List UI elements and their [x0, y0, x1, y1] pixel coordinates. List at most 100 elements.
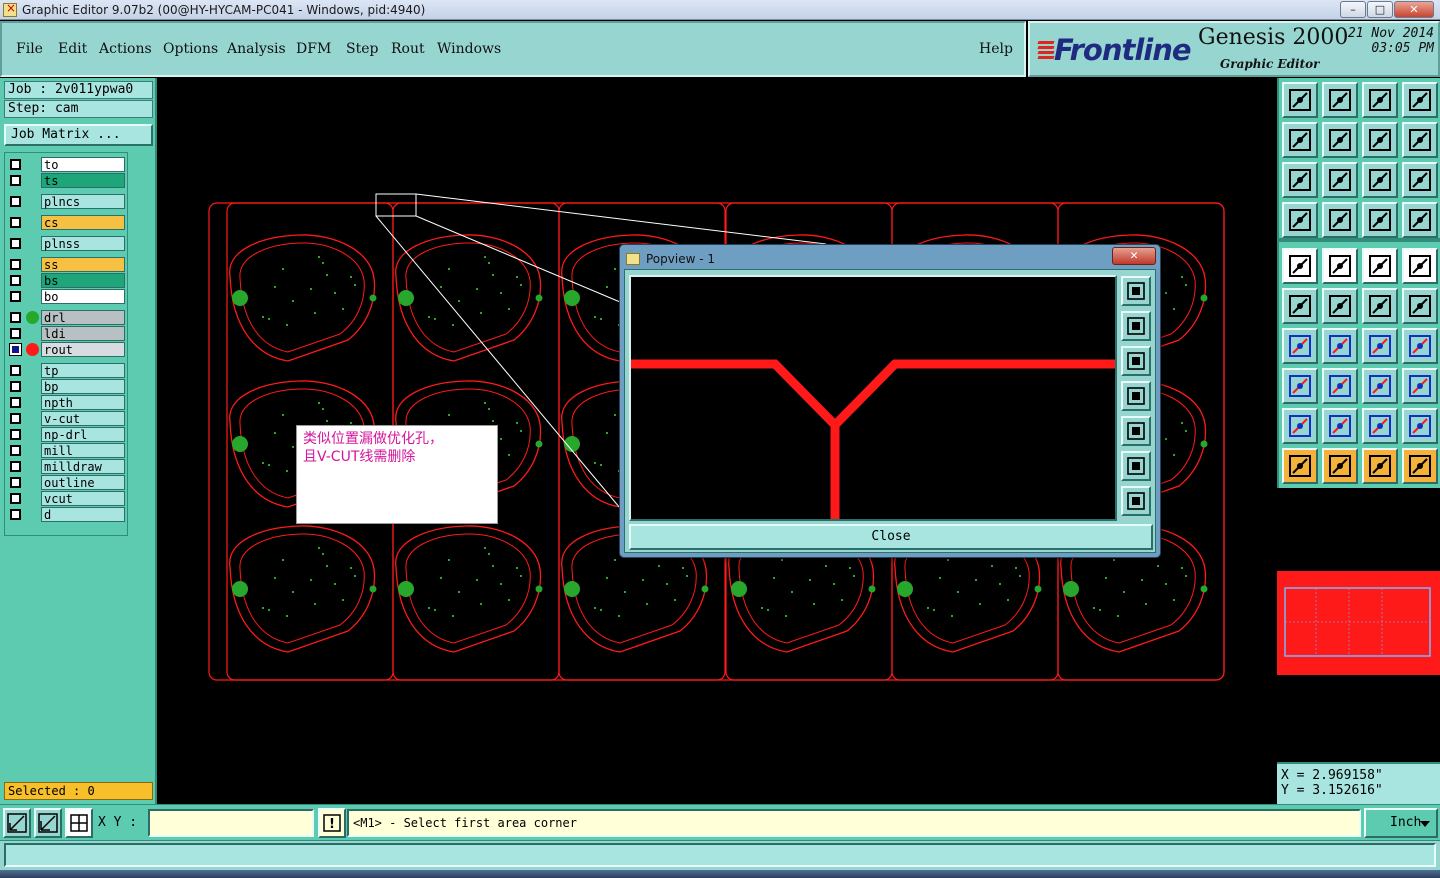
menu-file[interactable]: File: [16, 41, 43, 57]
layer-row-npth[interactable]: npth: [7, 395, 127, 410]
layer-row-bo[interactable]: bo: [7, 289, 127, 304]
tool-snap-point[interactable]: [1402, 448, 1438, 484]
tool-line-color[interactable]: [1322, 248, 1358, 284]
close-window-button[interactable]: ✕: [1394, 1, 1434, 18]
menu-options[interactable]: Options: [163, 41, 218, 57]
grid-mode-button[interactable]: [65, 808, 93, 838]
layer-checkbox[interactable]: [10, 275, 21, 286]
layer-checkbox[interactable]: [10, 397, 21, 408]
tool-grid[interactable]: [1322, 202, 1358, 238]
tool-triangle[interactable]: [1282, 408, 1318, 444]
overview-panel[interactable]: [1277, 488, 1440, 758]
menu-dfm[interactable]: DFM: [296, 41, 331, 57]
menu-analysis[interactable]: Analysis: [227, 41, 286, 57]
layer-row-cs[interactable]: cs: [7, 215, 127, 230]
layer-checkbox[interactable]: [10, 365, 21, 376]
layer-row-d[interactable]: d: [7, 507, 127, 522]
tool-s-curve[interactable]: [1402, 122, 1438, 158]
layer-checkbox[interactable]: [10, 477, 21, 488]
layer-row-rout[interactable]: rout: [7, 342, 127, 357]
layer-row-to[interactable]: to: [7, 157, 127, 172]
layer-checkbox[interactable]: [10, 291, 21, 302]
popview-tool-zoom-in[interactable]: [1121, 276, 1151, 306]
popview-tool-pan-up[interactable]: [1121, 311, 1151, 341]
layer-row-plncs[interactable]: plncs: [7, 194, 127, 209]
tool-dot[interactable]: [1402, 248, 1438, 284]
layer-checkbox[interactable]: [10, 196, 21, 207]
tool-ruler[interactable]: [1282, 202, 1318, 238]
layer-checkbox[interactable]: [10, 259, 21, 270]
menu-actions[interactable]: Actions: [99, 41, 152, 57]
layer-row-milldraw[interactable]: milldraw: [7, 459, 127, 474]
tool-a[interactable]: [1402, 408, 1438, 444]
layer-row-plnss[interactable]: plnss: [7, 236, 127, 251]
tool-rotate[interactable]: [1402, 288, 1438, 324]
popview-close-button[interactable]: Close: [629, 524, 1153, 550]
layer-checkbox[interactable]: [10, 493, 21, 504]
tool-import[interactable]: [1282, 122, 1318, 158]
popview-close-x-button[interactable]: ✕: [1112, 247, 1156, 265]
layer-checkbox[interactable]: [10, 217, 21, 228]
tool-arrow-up[interactable]: [1322, 408, 1358, 444]
layer-row-mill[interactable]: mill: [7, 443, 127, 458]
unit-selector[interactable]: Inch: [1364, 808, 1438, 838]
layer-row-v-cut[interactable]: v-cut: [7, 411, 127, 426]
layer-row-outline[interactable]: outline: [7, 475, 127, 490]
tool-pointer[interactable]: [1282, 448, 1318, 484]
menu-rout[interactable]: Rout: [391, 41, 425, 57]
tool-scale[interactable]: [1362, 162, 1398, 198]
tool-mirror[interactable]: [1402, 328, 1438, 364]
layer-checkbox[interactable]: [10, 461, 21, 472]
layer-row-ss[interactable]: ss: [7, 257, 127, 272]
layer-checkbox[interactable]: [10, 413, 21, 424]
tool-cross[interactable]: [1322, 288, 1358, 324]
snap-mode-button[interactable]: [3, 808, 31, 838]
layer-checkbox[interactable]: [10, 312, 21, 323]
tool-node[interactable]: [1282, 288, 1318, 324]
tool-home[interactable]: [1362, 82, 1398, 118]
layer-row-tp[interactable]: tp: [7, 363, 127, 378]
tool-group[interactable]: [1282, 368, 1318, 404]
layer-checkbox[interactable]: [9, 343, 22, 356]
layer-checkbox[interactable]: [10, 175, 21, 186]
tool-layout[interactable]: [1402, 82, 1438, 118]
tool-select-arrow[interactable]: [1362, 448, 1398, 484]
layer-checkbox[interactable]: [10, 381, 21, 392]
popview-tool-zoom-fit[interactable]: [1121, 451, 1151, 481]
tool-pad[interactable]: [1282, 248, 1318, 284]
menu-windows[interactable]: Windows: [437, 41, 501, 57]
menu-step[interactable]: Step: [346, 41, 378, 57]
menu-edit[interactable]: Edit: [58, 41, 87, 57]
tool-move[interactable]: [1362, 288, 1398, 324]
layer-row-drl[interactable]: drl: [7, 310, 127, 325]
tool-center[interactable]: [1322, 162, 1358, 198]
tool-download[interactable]: [1322, 82, 1358, 118]
tool-blob[interactable]: [1402, 368, 1438, 404]
tool-slash[interactable]: [1322, 328, 1358, 364]
layer-checkbox[interactable]: [10, 159, 21, 170]
layer-checkbox[interactable]: [10, 429, 21, 440]
layer-checkbox[interactable]: [10, 445, 21, 456]
tool-select[interactable]: [1322, 448, 1358, 484]
layer-row-vcut[interactable]: vcut: [7, 491, 127, 506]
popview-tool-pan-right[interactable]: [1121, 416, 1151, 446]
layer-checkbox[interactable]: [10, 509, 21, 520]
layer-row-np-drl[interactable]: np-drl: [7, 427, 127, 442]
menu-help[interactable]: Help: [979, 41, 1013, 57]
maximize-button[interactable]: □: [1367, 1, 1393, 18]
xy-input[interactable]: [148, 809, 314, 837]
tool-help[interactable]: [1402, 162, 1438, 198]
tool-layer-blue[interactable]: [1402, 202, 1438, 238]
tool-outline-a[interactable]: [1362, 408, 1398, 444]
measure-mode-button[interactable]: [34, 808, 62, 838]
tool-angle[interactable]: [1282, 328, 1318, 364]
layer-row-ts[interactable]: ts: [7, 173, 127, 188]
tool-measure[interactable]: [1362, 248, 1398, 284]
popview-zoom-view[interactable]: [629, 275, 1117, 521]
tool-export[interactable]: [1322, 122, 1358, 158]
layer-row-ldi[interactable]: ldi: [7, 326, 127, 341]
tool-dim[interactable]: [1362, 368, 1398, 404]
minimize-button[interactable]: –: [1340, 1, 1366, 18]
tool-arc[interactable]: [1362, 328, 1398, 364]
layer-checkbox[interactable]: [10, 238, 21, 249]
